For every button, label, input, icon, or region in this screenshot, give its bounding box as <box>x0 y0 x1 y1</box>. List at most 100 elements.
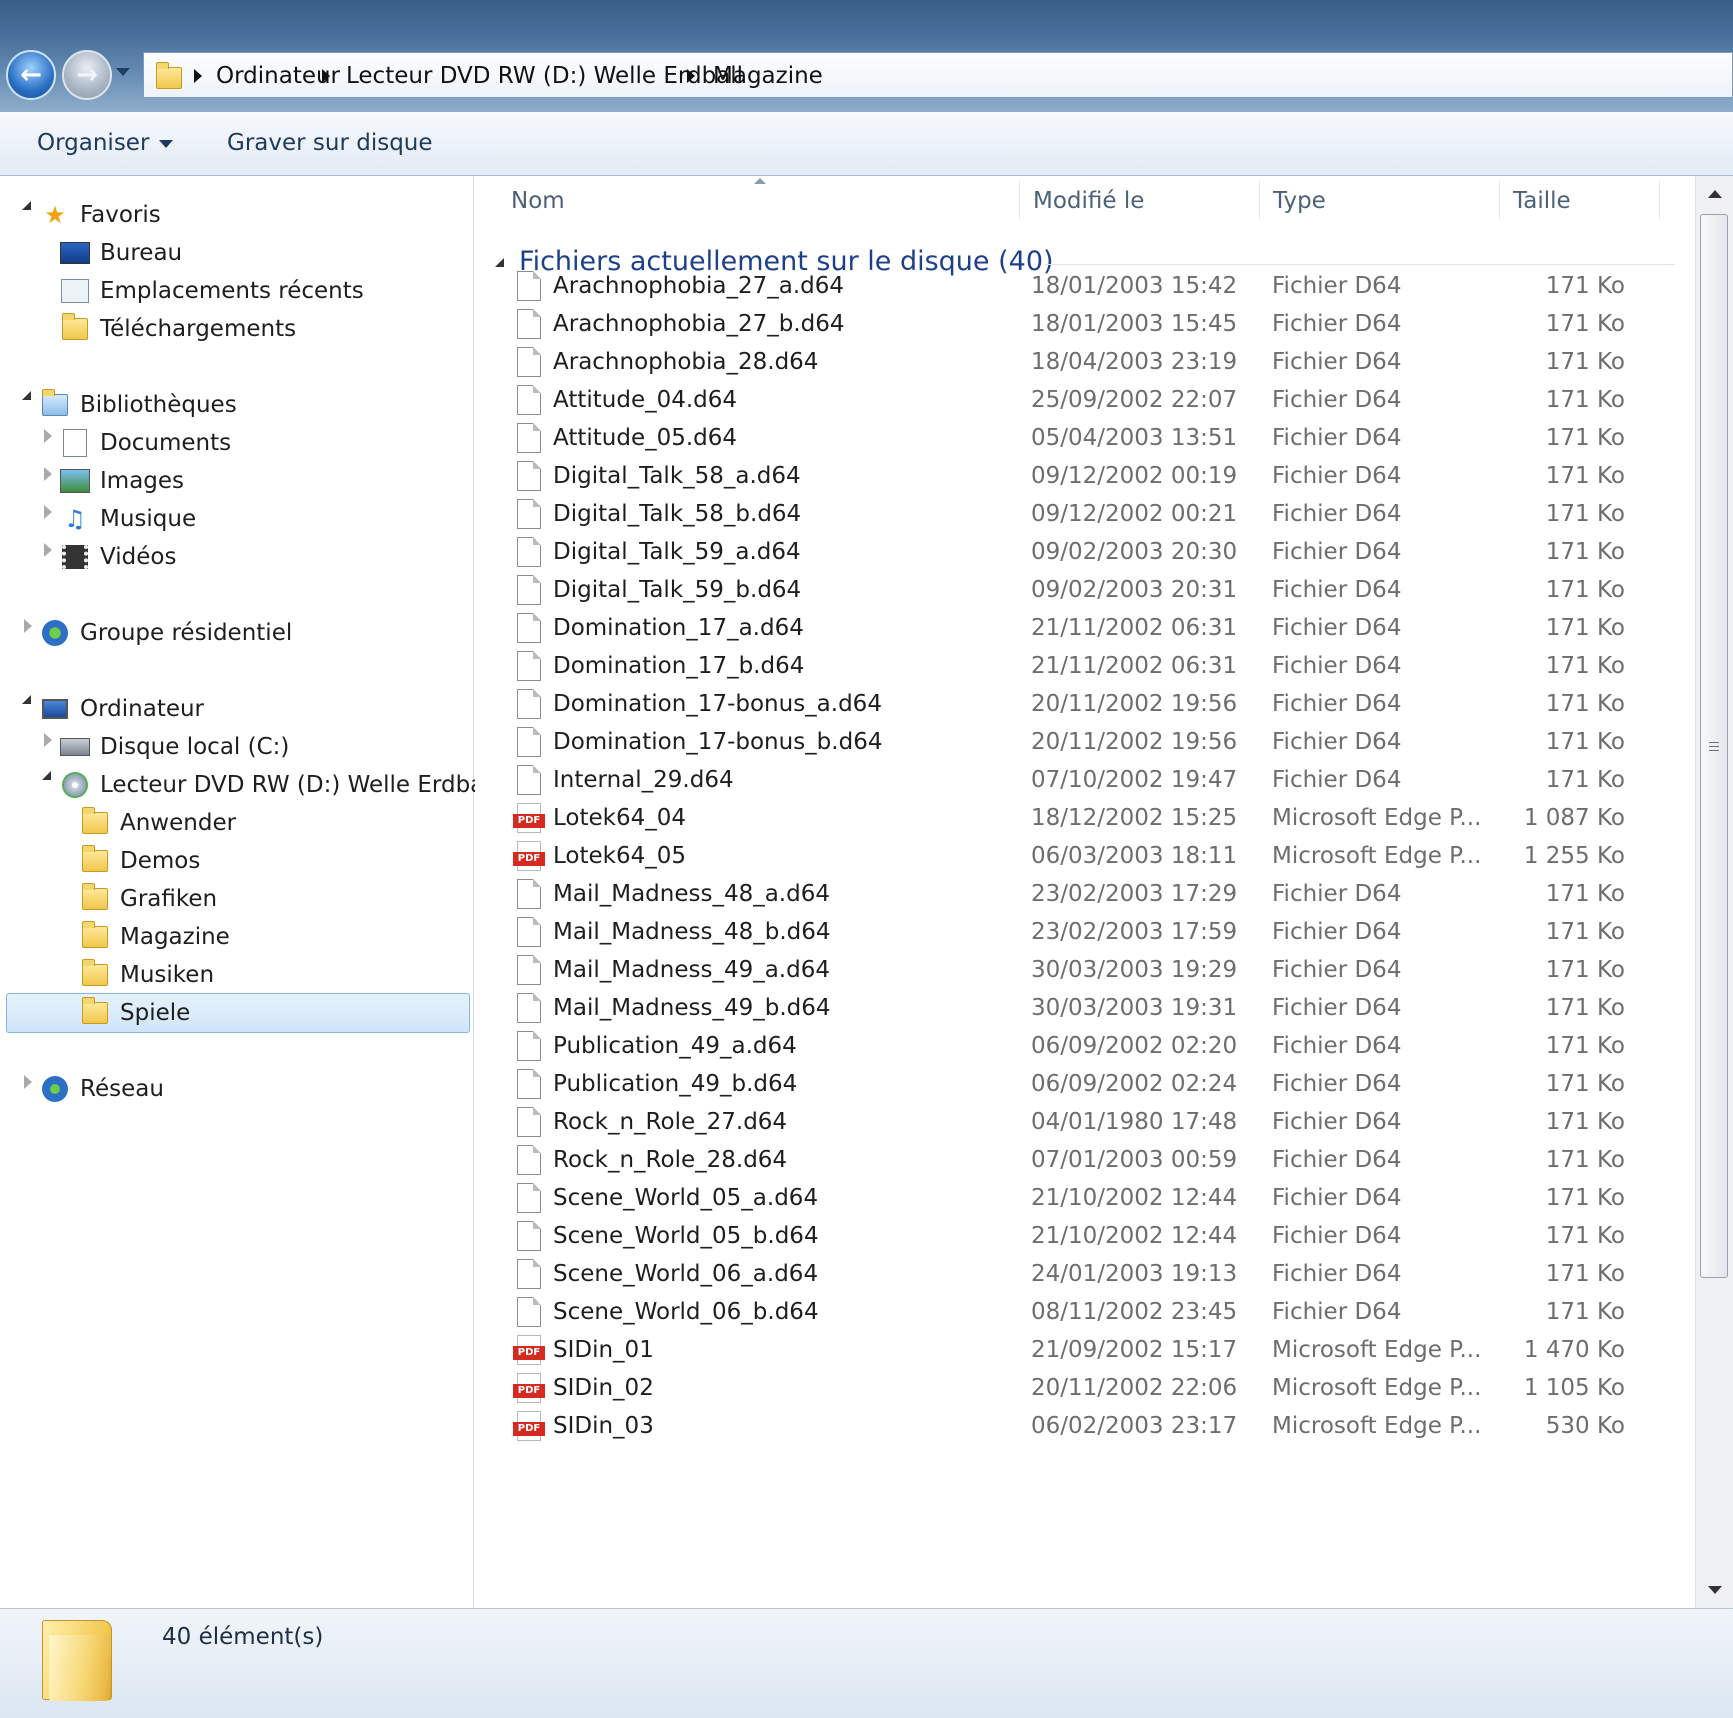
nav-item-groupe-residentiel[interactable]: Groupe résidentiel <box>40 613 292 653</box>
table-row[interactable]: Attitude_04.d64 25/09/2002 22:07 Fichier D… <box>475 379 1695 421</box>
nav-item-telechargements[interactable]: Téléchargements <box>60 309 296 349</box>
table-row[interactable]: Domination_17-bonus_b.d64 20/11/2002 19:5… <box>475 721 1695 763</box>
table-row[interactable]: Mail_Madness_48_a.d64 23/02/2003 17:29 Fic… <box>475 873 1695 915</box>
nav-item-musique[interactable]: ♫ Musique <box>60 499 196 539</box>
table-row[interactable]: Domination_17-bonus_a.d64 20/11/2002 19:5… <box>475 683 1695 725</box>
column-divider[interactable] <box>1659 180 1660 220</box>
nav-item-demos[interactable]: Demos <box>80 841 200 881</box>
nav-item-videos[interactable]: Vidéos <box>60 537 176 577</box>
table-row[interactable]: Scene_World_05_b.d64 21/10/2002 12:44 Fich… <box>475 1215 1695 1257</box>
column-header-size[interactable]: Taille <box>1513 176 1663 226</box>
file-icon <box>517 461 541 491</box>
table-row[interactable]: Scene_World_05_a.d64 21/10/2002 12:44 Fich… <box>475 1177 1695 1219</box>
computer-icon <box>40 695 70 723</box>
expander-closed-icon[interactable] <box>44 505 52 519</box>
nav-item-documents[interactable]: Documents <box>60 423 231 463</box>
title-bar: ← → Ordinateur Lecteur DVD RW (D:) Welle… <box>0 0 1733 112</box>
nav-item-spiele[interactable]: Spiele <box>80 993 190 1033</box>
table-row[interactable]: Publication_49_a.d64 06/09/2002 02:20 Fich… <box>475 1025 1695 1067</box>
table-row[interactable]: SIDin_02 20/11/2002 22:06 Microsoft Edge P… <box>475 1367 1695 1409</box>
file-icon <box>517 955 541 985</box>
table-row[interactable]: Domination_17_a.d64 21/11/2002 06:31 Fichi… <box>475 607 1695 649</box>
file-modified: 06/09/2002 02:24 <box>1031 1071 1238 1097</box>
file-size: 171 Ko <box>1545 881 1625 907</box>
file-modified: 20/11/2002 22:06 <box>1031 1375 1238 1401</box>
table-row[interactable]: Arachnophobia_27_a.d64 18/01/2003 15:42 Fi… <box>475 265 1695 307</box>
column-header-type[interactable]: Type <box>1273 176 1493 226</box>
table-row[interactable]: Digital_Talk_58_b.d64 09/12/2002 00:21 Fic… <box>475 493 1695 535</box>
table-row[interactable]: Internal_29.d64 07/10/2002 19:47 Fichier D… <box>475 759 1695 801</box>
nav-item-musiken[interactable]: Musiken <box>80 955 214 995</box>
column-divider[interactable] <box>1019 180 1020 220</box>
file-type: Fichier D64 <box>1272 349 1402 375</box>
breadcrumb-arrow-icon[interactable] <box>194 69 202 83</box>
expander-closed-icon[interactable] <box>44 429 52 443</box>
file-size: 171 Ko <box>1545 311 1625 337</box>
expander-open-icon[interactable] <box>22 201 31 210</box>
table-row[interactable]: Arachnophobia_28.d64 18/04/2003 23:19 Fich… <box>475 341 1695 383</box>
table-row[interactable]: Mail_Madness_49_a.d64 30/03/2003 19:29 Fic… <box>475 949 1695 991</box>
table-row[interactable]: Attitude_05.d64 05/04/2003 13:51 Fichier D… <box>475 417 1695 459</box>
expander-closed-icon[interactable] <box>24 619 32 633</box>
table-row[interactable]: Rock_n_Role_27.d64 04/01/1980 17:48 Fichie… <box>475 1101 1695 1143</box>
folder-icon <box>156 62 182 89</box>
column-divider[interactable] <box>1259 180 1260 220</box>
file-type: Fichier D64 <box>1272 881 1402 907</box>
vertical-scrollbar[interactable] <box>1695 176 1733 1608</box>
expander-closed-icon[interactable] <box>44 467 52 481</box>
breadcrumb-magazine[interactable]: Magazine <box>713 63 823 89</box>
table-row[interactable]: Lotek64_05 06/03/2003 18:11 Microsoft Edge… <box>475 835 1695 877</box>
nav-item-favoris[interactable]: ★ Favoris <box>40 195 161 235</box>
column-divider[interactable] <box>1499 180 1500 220</box>
back-button[interactable]: ← <box>6 50 56 100</box>
table-row[interactable]: Mail_Madness_48_b.d64 23/02/2003 17:59 Fic… <box>475 911 1695 953</box>
nav-item-reseau[interactable]: Réseau <box>40 1069 164 1109</box>
table-row[interactable]: Scene_World_06_a.d64 24/01/2003 19:13 Fich… <box>475 1253 1695 1295</box>
scrollbar-thumb[interactable] <box>1700 214 1728 1278</box>
breadcrumb-arrow-icon[interactable] <box>687 69 695 83</box>
scroll-up-arrow-icon[interactable] <box>1708 190 1722 198</box>
table-row[interactable]: Digital_Talk_59_b.d64 09/02/2003 20:31 Fic… <box>475 569 1695 611</box>
nav-item-images[interactable]: Images <box>60 461 184 501</box>
table-row[interactable]: SIDin_01 21/09/2002 15:17 Microsoft Edge P… <box>475 1329 1695 1371</box>
nav-item-bibliotheques[interactable]: Bibliothèques <box>40 385 237 425</box>
nav-item-disque-local[interactable]: Disque local (C:) <box>60 727 289 767</box>
table-row[interactable]: Publication_49_b.d64 06/09/2002 02:24 Fich… <box>475 1063 1695 1105</box>
nav-item-grafiken[interactable]: Grafiken <box>80 879 217 919</box>
table-row[interactable]: Mail_Madness_49_b.d64 30/03/2003 19:31 Fic… <box>475 987 1695 1029</box>
nav-item-dvd-drive[interactable]: Lecteur DVD RW (D:) Welle Erdball <box>60 765 497 805</box>
nav-item-magazine[interactable]: Magazine <box>80 917 230 957</box>
scroll-down-arrow-icon[interactable] <box>1708 1586 1722 1594</box>
table-row[interactable]: Lotek64_04 18/12/2002 15:25 Microsoft Edge… <box>475 797 1695 839</box>
file-modified: 06/03/2003 18:11 <box>1031 843 1238 869</box>
table-row[interactable]: Digital_Talk_58_a.d64 09/12/2002 00:19 Fic… <box>475 455 1695 497</box>
table-row[interactable]: Domination_17_b.d64 21/11/2002 06:31 Fichi… <box>475 645 1695 687</box>
nav-item-anwender[interactable]: Anwender <box>80 803 236 843</box>
column-header-name[interactable]: Nom <box>511 176 961 226</box>
nav-item-emplacements-recents[interactable]: Emplacements récents <box>60 271 364 311</box>
expander-open-icon[interactable] <box>22 391 31 400</box>
table-row[interactable]: Scene_World_06_b.d64 08/11/2002 23:45 Fich… <box>475 1291 1695 1333</box>
expander-closed-icon[interactable] <box>24 1075 32 1089</box>
breadcrumb-dvd-drive[interactable]: Lecteur DVD RW (D:) Welle Erdball <box>346 63 743 89</box>
expander-closed-icon[interactable] <box>44 543 52 557</box>
file-name: Digital_Talk_59_b.d64 <box>553 577 802 603</box>
column-header-modified[interactable]: Modifié le <box>1033 176 1253 226</box>
nav-item-ordinateur[interactable]: Ordinateur <box>40 689 204 729</box>
file-modified: 21/09/2002 15:17 <box>1031 1337 1238 1363</box>
address-bar[interactable]: Ordinateur Lecteur DVD RW (D:) Welle Erd… <box>143 52 1733 98</box>
table-row[interactable]: Digital_Talk_59_a.d64 09/02/2003 20:30 Fic… <box>475 531 1695 573</box>
breadcrumb-arrow-icon[interactable] <box>322 69 330 83</box>
table-row[interactable]: SIDin_03 06/02/2003 23:17 Microsoft Edge P… <box>475 1405 1695 1447</box>
expander-open-icon[interactable] <box>22 695 31 704</box>
organize-button[interactable]: Organiser <box>37 130 174 156</box>
nav-item-bureau[interactable]: Bureau <box>60 233 182 273</box>
expander-closed-icon[interactable] <box>44 733 52 747</box>
expander-open-icon[interactable] <box>42 771 51 780</box>
recent-pages-dropdown[interactable] <box>116 68 130 76</box>
table-row[interactable]: Arachnophobia_27_b.d64 18/01/2003 15:45 Fi… <box>475 303 1695 345</box>
file-icon <box>517 1221 541 1251</box>
burn-to-disc-button[interactable]: Graver sur disque <box>227 130 433 156</box>
table-row[interactable]: Rock_n_Role_28.d64 07/01/2003 00:59 Fichie… <box>475 1139 1695 1181</box>
forward-button[interactable]: → <box>62 50 112 100</box>
